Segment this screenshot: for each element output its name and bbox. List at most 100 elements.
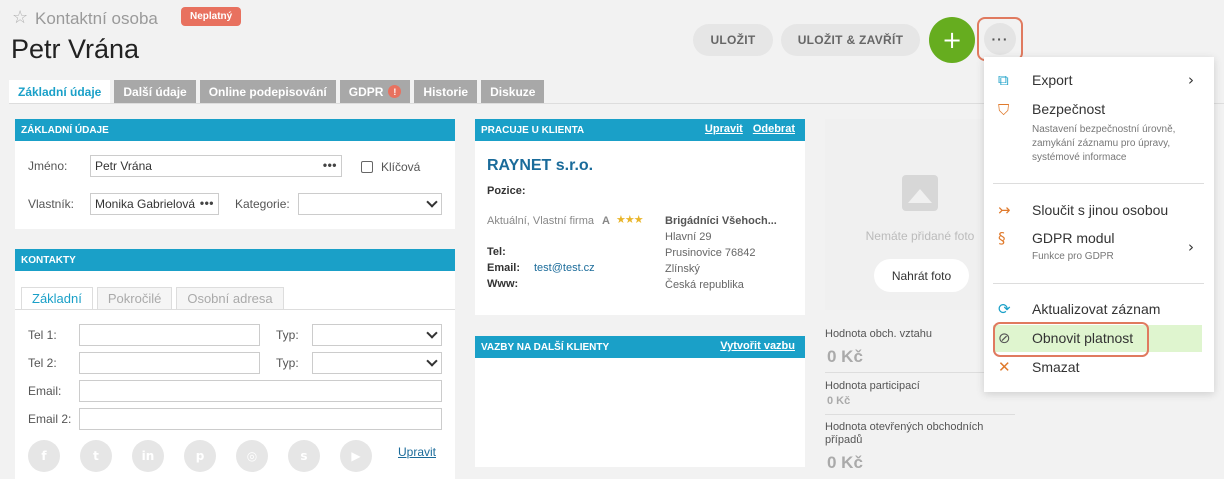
owner-value: Monika Gabrielová xyxy=(95,197,196,211)
close-icon: ✕ xyxy=(998,358,1011,376)
save-button[interactable]: ULOŽIT xyxy=(693,24,773,56)
tab-history[interactable]: Historie xyxy=(414,80,478,103)
warning-icon: ! xyxy=(388,85,402,98)
stat-relation-value: 0 Kč xyxy=(827,347,863,366)
category-select[interactable] xyxy=(298,193,442,215)
refresh-icon: ⟳ xyxy=(998,300,1011,318)
tab-discussion[interactable]: Diskuze xyxy=(481,80,545,103)
merge-icon: ↣ xyxy=(998,201,1011,219)
client-name-link[interactable]: RAYNET s.r.o. xyxy=(487,157,593,175)
tab-more-info[interactable]: Další údaje xyxy=(114,80,196,103)
facebook-icon[interactable]: f xyxy=(28,440,60,472)
tel2-type-select[interactable] xyxy=(312,352,442,374)
status-badge: Neplatný xyxy=(181,7,242,26)
tab-basic[interactable]: Základní údaje xyxy=(9,80,111,104)
key-label: Klíčová xyxy=(381,160,421,174)
tab-online-signing[interactable]: Online podepisování xyxy=(199,80,336,103)
owner-label: Vlastník: xyxy=(28,197,75,211)
name-label: Jméno: xyxy=(28,159,68,173)
menu-delete-label: Smazat xyxy=(1032,359,1080,375)
contacts-header: KONTAKTY xyxy=(15,249,455,271)
tel2-label: Tel 2: xyxy=(28,356,57,370)
position-label: Pozice: xyxy=(487,185,526,197)
key-checkbox[interactable] xyxy=(361,161,373,173)
basic-info-panel: ZÁKLADNÍ ÚDAJE Jméno: Petr Vrána ••• Klí… xyxy=(15,119,455,229)
menu-gdpr-label: GDPR modul xyxy=(1032,230,1115,246)
instagram-icon[interactable]: ◎ xyxy=(236,440,268,472)
tel2-type-label: Typ: xyxy=(276,356,299,370)
upload-photo-button[interactable]: Nahrát foto xyxy=(874,259,969,292)
chevron-down-icon xyxy=(426,196,438,208)
rating-letter: A xyxy=(602,215,610,227)
menu-item-export[interactable]: ⧉ Export › xyxy=(984,69,1214,93)
client-remove-link[interactable]: Odebrat xyxy=(753,123,795,135)
menu-item-delete[interactable]: ✕ Smazat xyxy=(984,356,1214,380)
stat-relation-label: Hodnota obch. vztahu xyxy=(825,328,933,340)
image-placeholder-icon xyxy=(902,175,938,211)
address-street: Hlavní 29 xyxy=(665,231,712,243)
pinterest-icon[interactable]: p xyxy=(184,440,216,472)
subtab-personal-address[interactable]: Osobní adresa xyxy=(176,287,284,309)
client-email-link[interactable]: test@test.cz xyxy=(534,262,595,274)
tel2-input[interactable] xyxy=(79,352,260,374)
client-www-label: Www: xyxy=(487,278,519,290)
add-button[interactable]: + xyxy=(929,17,975,63)
client-email-label: Email: xyxy=(487,262,521,274)
page-title: Petr Vrána xyxy=(11,34,140,64)
menu-divider xyxy=(993,183,1204,184)
subtabs-divider xyxy=(15,309,455,310)
stat-open-deals-label: Hodnota otevřených obchodních případů xyxy=(825,421,984,446)
name-value: Petr Vrána xyxy=(95,159,152,173)
name-more-icon[interactable]: ••• xyxy=(323,158,337,172)
client-links-header: VAZBY NA DALŠÍ KLIENTY Vytvořit vazbu xyxy=(475,336,805,358)
company-name: Brigádníci Všehoch... xyxy=(665,215,777,227)
twitter-icon[interactable]: t xyxy=(80,440,112,472)
menu-item-refresh[interactable]: ⟳ Aktualizovat záznam xyxy=(984,298,1214,322)
client-tel-label: Tel: xyxy=(487,246,506,258)
address-region: Zlínský xyxy=(665,263,700,275)
menu-export-label: Export xyxy=(1032,72,1073,88)
tel1-input[interactable] xyxy=(79,324,260,346)
email-label: Email: xyxy=(28,384,62,398)
name-field[interactable]: Petr Vrána ••• xyxy=(90,155,342,177)
stat-divider xyxy=(825,414,1015,415)
export-icon: ⧉ xyxy=(998,71,1009,89)
client-links-panel: VAZBY NA DALŠÍ KLIENTY Vytvořit vazbu xyxy=(475,336,805,467)
email-input[interactable] xyxy=(79,380,442,402)
client-header-title: PRACUJE U KLIENTA xyxy=(481,124,585,136)
chevron-down-icon xyxy=(426,355,438,367)
menu-security-label: Bezpečnost xyxy=(1032,101,1106,117)
youtube-icon[interactable]: ▶ xyxy=(340,440,372,472)
client-links-title: VAZBY NA DALŠÍ KLIENTY xyxy=(481,341,610,353)
paragraph-icon: § xyxy=(998,229,1006,247)
tel1-type-select[interactable] xyxy=(312,324,442,346)
client-edit-link[interactable]: Upravit xyxy=(705,123,743,135)
skype-icon[interactable]: s xyxy=(288,440,320,472)
tab-gdpr-label: GDPR xyxy=(348,84,384,99)
stat-participation-label: Hodnota participací xyxy=(825,380,920,392)
menu-item-merge[interactable]: ↣ Sloučit s jinou osobou xyxy=(984,199,1214,223)
category-label: Kategorie: xyxy=(235,197,290,211)
basic-info-header: ZÁKLADNÍ ÚDAJE xyxy=(15,119,455,141)
tab-gdpr[interactable]: GDPR! xyxy=(339,80,411,103)
owner-more-icon[interactable]: ••• xyxy=(197,196,214,210)
edit-social-link[interactable]: Upravit xyxy=(398,445,436,459)
menu-merge-label: Sloučit s jinou osobou xyxy=(1032,202,1169,218)
favorite-star-icon[interactable]: ☆ xyxy=(12,7,28,28)
rating-stars-icon: ★★★ xyxy=(616,214,644,226)
more-button[interactable]: ··· xyxy=(984,23,1016,55)
stat-participation-value: 0 Kč xyxy=(827,395,851,407)
owner-field[interactable]: Monika Gabrielová ••• xyxy=(90,193,219,215)
stat-open-deals-value: 0 Kč xyxy=(827,453,863,472)
email2-input[interactable] xyxy=(79,408,442,430)
save-close-button[interactable]: ULOŽIT & ZAVŘÍT xyxy=(781,24,920,56)
subtab-advanced[interactable]: Pokročilé xyxy=(96,287,173,309)
menu-item-gdpr[interactable]: § GDPR modul Funkce pro GDPR › xyxy=(984,228,1214,268)
subtab-basic[interactable]: Základní xyxy=(21,287,93,309)
chevron-right-icon: › xyxy=(1188,238,1194,256)
more-button-highlight: ··· xyxy=(977,17,1023,61)
create-link-button[interactable]: Vytvořit vazbu xyxy=(720,340,795,352)
tel1-label: Tel 1: xyxy=(28,328,57,342)
menu-item-security[interactable]: ⛉ Bezpečnost Nastavení bezpečnostní úrov… xyxy=(984,99,1214,171)
linkedin-icon[interactable]: in xyxy=(132,440,164,472)
